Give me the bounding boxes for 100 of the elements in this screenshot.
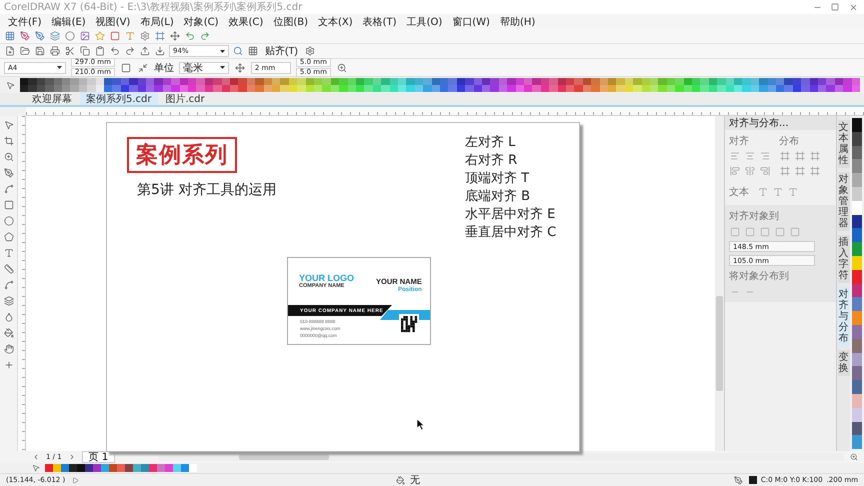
page-subtitle: 第5讲 对齐工具的运用 [137, 181, 276, 199]
hand-icon[interactable] [2, 343, 14, 355]
rectangle-icon[interactable] [2, 199, 14, 211]
export-icon[interactable] [154, 45, 166, 57]
image-icon[interactable] [79, 30, 91, 42]
align-icon[interactable] [744, 165, 756, 177]
align-icon[interactable] [729, 165, 741, 177]
import-icon[interactable] [139, 45, 151, 57]
docker-tab[interactable]: 插入字符 [838, 235, 850, 283]
pointer-icon[interactable] [2, 119, 14, 131]
align-icon[interactable] [759, 165, 771, 177]
alignment-item: 垂直居中对齐 C [465, 225, 556, 240]
outline-pen-icon[interactable] [732, 474, 745, 486]
docker-tab[interactable]: 对齐与分布 [838, 287, 850, 346]
polygon-icon[interactable] [2, 231, 14, 243]
undo-icon[interactable] [109, 45, 121, 57]
mouse-cursor-icon [417, 419, 425, 430]
text-icon[interactable] [2, 247, 14, 259]
fill-status: 无 [410, 474, 420, 486]
ellipse-icon[interactable] [2, 215, 14, 227]
document-tab[interactable]: 案例系列5.cdr [80, 92, 158, 105]
redo-icon[interactable] [199, 30, 211, 42]
panel-title: 对齐与分布... [725, 116, 836, 130]
redo-icon[interactable] [124, 45, 136, 57]
docker-tab[interactable]: 变换 [838, 350, 850, 376]
distribute-to-label: 将对象分布到 [729, 270, 790, 283]
curve-icon[interactable] [2, 183, 14, 195]
zoom-icon[interactable] [336, 62, 348, 74]
search-icon[interactable] [232, 45, 244, 57]
menu-item[interactable]: 窗口(W) [448, 14, 494, 28]
alignment-item: 左对齐 L [465, 135, 516, 150]
star-icon[interactable] [94, 30, 106, 42]
zoom-icon[interactable] [848, 451, 860, 463]
layers-icon[interactable] [2, 295, 14, 307]
menu-item[interactable]: 工具(O) [402, 14, 446, 28]
qr-code-drawing [399, 314, 419, 334]
menu-item[interactable]: 视图(V) [92, 14, 134, 28]
text-align-icon[interactable] [772, 186, 784, 198]
new-file-icon[interactable] [4, 45, 16, 57]
pen-icon[interactable] [19, 30, 31, 42]
caret-icon [57, 66, 62, 69]
caret-icon [220, 66, 225, 69]
document-tab[interactable]: 图片.cdr [160, 92, 211, 105]
menu-item[interactable]: 位图(B) [269, 14, 312, 28]
crop-icon[interactable] [2, 135, 14, 147]
layers-icon[interactable] [49, 30, 61, 42]
menu-item[interactable]: 帮助(H) [496, 14, 540, 28]
copy-icon[interactable] [79, 45, 91, 57]
pen-icon[interactable] [34, 30, 46, 42]
color-palette-drawing[interactable] [850, 116, 864, 451]
units-field[interactable]: 毫米 [178, 62, 229, 74]
grid-icon[interactable] [247, 45, 259, 57]
save-icon[interactable] [34, 45, 46, 57]
portrait-icon[interactable] [120, 62, 132, 74]
move-icon[interactable] [169, 30, 181, 42]
nudge-icon[interactable] [234, 62, 246, 74]
ruler-icon[interactable] [2, 263, 14, 275]
undo-icon[interactable] [184, 30, 196, 42]
align-to-label: 对齐对象到 [729, 210, 780, 223]
color-palette-drawing[interactable] [45, 464, 197, 472]
document-tab[interactable]: 欢迎屏幕 [26, 92, 78, 105]
color-palette-drawing[interactable] [20, 78, 860, 92]
outline-color-swatch [748, 476, 757, 484]
eyedropper-icon[interactable] [2, 311, 14, 323]
menu-item[interactable]: 效果(C) [224, 14, 268, 28]
pen-icon[interactable] [2, 167, 14, 179]
docker-tab[interactable]: 对象管理器 [838, 172, 850, 231]
snap-button[interactable]: 贴齐(T) [262, 44, 301, 58]
menu-item[interactable]: 对象(C) [180, 14, 223, 28]
pointer-icon[interactable] [30, 462, 42, 474]
menu-item[interactable]: 布局(L) [136, 14, 178, 28]
zoom-icon[interactable] [2, 151, 14, 163]
circle-icon[interactable] [64, 30, 76, 42]
horizontal-scrollbar[interactable] [159, 453, 844, 461]
grid-icon[interactable] [4, 30, 16, 42]
print-icon[interactable] [49, 45, 61, 57]
text-align-icon[interactable] [757, 186, 769, 198]
paste-icon[interactable] [94, 45, 106, 57]
card-logo-text: YOUR LOGO [299, 274, 354, 283]
docker-tab[interactable]: 文本属性 [838, 120, 850, 168]
fill-icon[interactable] [394, 474, 406, 486]
open-folder-icon[interactable] [19, 45, 31, 57]
window-title: CorelDRAW X7 (64-Bit) - E:\3\教程视频\案例系列\案例系列5.cdr [4, 0, 304, 14]
menu-item[interactable]: 编辑(E) [48, 14, 90, 28]
alignment-item: 顶端对齐 T [465, 171, 530, 186]
menu-item[interactable]: 文本(X) [314, 14, 357, 28]
settings-icon[interactable] [304, 45, 316, 57]
distribute-label: 分布 [779, 135, 800, 148]
text-align-icon[interactable] [787, 186, 799, 198]
fill-icon[interactable] [2, 327, 14, 339]
page-tab[interactable]: 页 1 [82, 451, 116, 463]
gear-icon[interactable] [139, 30, 151, 42]
connector-icon[interactable] [2, 279, 14, 291]
align-label: 对齐 [729, 134, 750, 148]
alignment-item: 水平居中对齐 E [465, 207, 556, 222]
pointer-icon[interactable] [4, 79, 16, 91]
square-icon[interactable] [109, 30, 121, 42]
menu-item[interactable]: 文件(F) [4, 14, 46, 28]
menu-item[interactable]: 表格(T) [358, 14, 401, 28]
cut-icon[interactable] [64, 45, 76, 57]
